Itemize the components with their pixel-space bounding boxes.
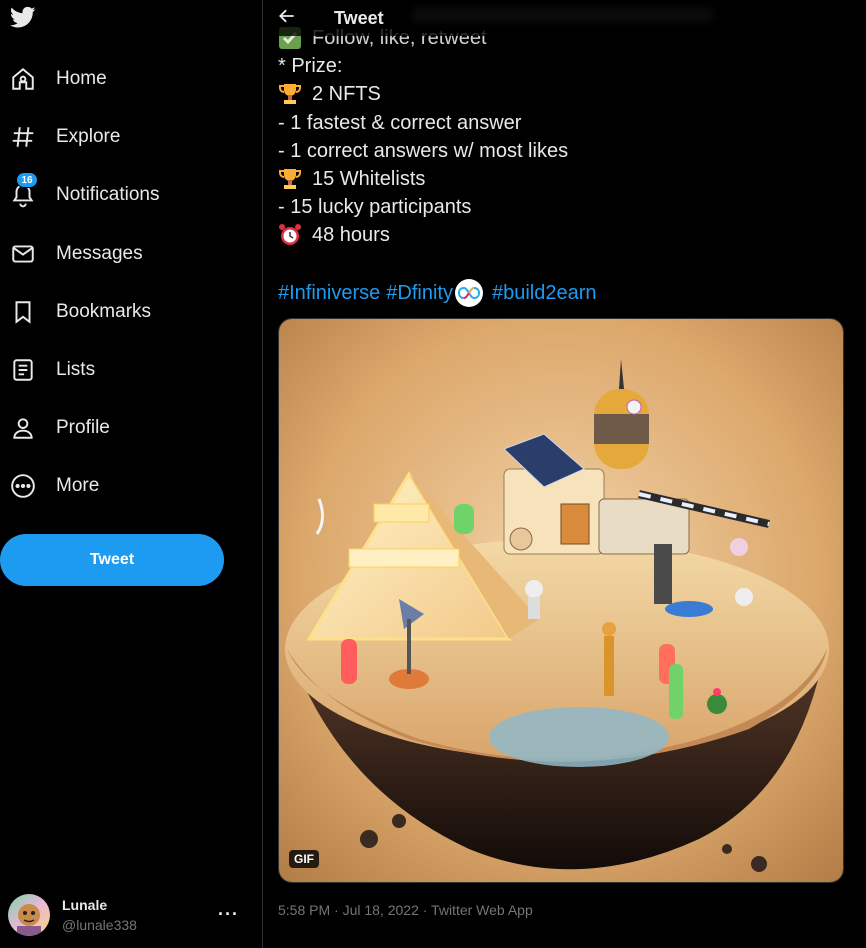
envelope-icon	[10, 241, 36, 267]
main-column: Follow, like, retweet * Prize: 2 NFTS - …	[263, 0, 866, 948]
sidebar-item-more[interactable]: More	[0, 457, 262, 515]
tweet-line-text: - 1 correct answers w/ most likes	[278, 139, 569, 162]
infinity-logo-icon	[454, 278, 483, 307]
header-blur	[413, 8, 713, 22]
sidebar-item-profile[interactable]: Profile	[0, 399, 262, 457]
list-icon	[10, 357, 36, 383]
sidebar-item-notifications[interactable]: 16 Notifications	[0, 166, 262, 224]
sidebar-item-home[interactable]: Home	[0, 50, 262, 108]
tweet-line-text: 48 hours	[312, 224, 390, 247]
sidebar-item-bookmarks[interactable]: Bookmarks	[0, 283, 262, 341]
sidebar-item-explore[interactable]: Explore	[0, 108, 262, 166]
hashtag-row: #Infiniverse #Dfinity #build2earn	[278, 278, 858, 307]
sidebar: Home Explore 16 Notifications Messages B…	[0, 0, 262, 948]
sidebar-item-lists[interactable]: Lists	[0, 341, 262, 399]
sidebar-item-label: Messages	[56, 242, 143, 264]
tweet-button[interactable]: Tweet	[0, 534, 224, 586]
sidebar-item-label: Lists	[56, 359, 96, 381]
sidebar-item-messages[interactable]: Messages	[0, 225, 262, 283]
twitter-bird-icon[interactable]	[8, 4, 40, 32]
sidebar-item-label: Bookmarks	[56, 300, 152, 322]
gif-scene-image	[279, 319, 843, 882]
hashtag-link[interactable]: #build2earn	[492, 279, 597, 307]
tweet-line: 48 hours	[278, 221, 858, 249]
gif-badge: GIF	[289, 850, 319, 868]
home-icon	[10, 66, 36, 92]
back-arrow-icon[interactable]	[277, 6, 301, 30]
sidebar-item-label: Home	[56, 68, 107, 90]
tweet-line: * Prize:	[278, 52, 858, 80]
account-switcher[interactable]: Lunale @lunale338 ···	[8, 892, 248, 940]
account-handle: @lunale338	[62, 917, 137, 933]
hashtag-link[interactable]: #Infiniverse	[278, 279, 380, 307]
person-icon	[10, 415, 36, 441]
hashtag-icon	[10, 124, 36, 150]
account-name: Lunale	[62, 897, 108, 913]
page-title: Tweet	[334, 8, 384, 28]
sidebar-nav: Home Explore 16 Notifications Messages B…	[0, 50, 262, 516]
tweet-line: 2 NFTS	[278, 80, 858, 108]
bookmark-icon	[10, 299, 36, 325]
more-circle-icon	[10, 473, 36, 499]
sidebar-item-label: Explore	[56, 126, 121, 148]
tweet-line-text: - 1 fastest & correct answer	[278, 111, 522, 134]
trophy-icon	[278, 82, 302, 106]
sidebar-item-label: Profile	[56, 417, 110, 439]
tweet-line-text: - 15 lucky participants	[278, 196, 472, 219]
hashtag-link[interactable]: #Dfinity	[386, 279, 453, 307]
tweet-timestamp[interactable]: 5:58 PM · Jul 18, 2022 · Twitter Web App	[278, 902, 533, 918]
tweet-text: Follow, like, retweet * Prize: 2 NFTS - …	[278, 24, 858, 307]
more-dots-icon[interactable]: ···	[218, 904, 239, 925]
notification-badge: 16	[16, 172, 38, 189]
tweet-media-gif[interactable]: GIF	[278, 318, 844, 883]
tweet-header: Tweet	[263, 0, 866, 36]
tweet-line-text: * Prize:	[278, 55, 343, 78]
avatar	[8, 894, 50, 936]
tweet-line-text: 2 NFTS	[312, 83, 381, 106]
sidebar-item-label: More	[56, 475, 100, 497]
alarm-clock-icon	[278, 223, 302, 247]
sidebar-item-label: Notifications	[56, 184, 160, 206]
tweet-line: 15 Whitelists	[278, 165, 858, 193]
trophy-icon	[278, 167, 302, 191]
tweet-line: - 1 fastest & correct answer	[278, 109, 858, 137]
tweet-line: - 1 correct answers w/ most likes	[278, 137, 858, 165]
tweet-line-text: 15 Whitelists	[312, 167, 426, 190]
tweet-line: - 15 lucky participants	[278, 193, 858, 221]
